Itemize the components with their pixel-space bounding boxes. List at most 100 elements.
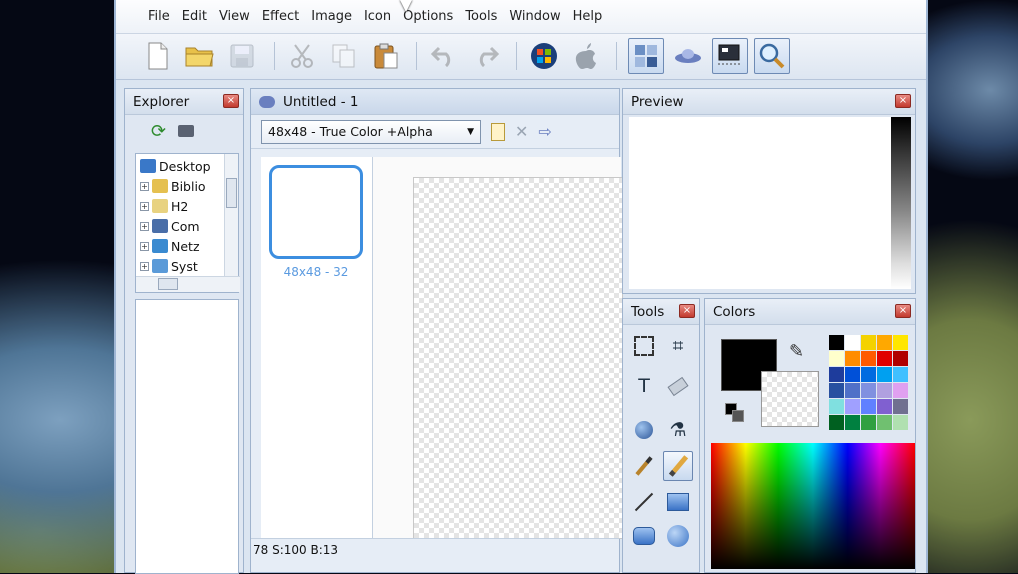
menu-icon[interactable]: Icon [358, 9, 397, 24]
palette-swatch[interactable] [845, 335, 860, 350]
copy-icon[interactable] [326, 38, 362, 74]
palette-swatch[interactable] [861, 335, 876, 350]
menu-view[interactable]: View [213, 9, 256, 24]
palette-swatch[interactable] [861, 399, 876, 414]
palette-swatch[interactable] [877, 367, 892, 382]
palette-swatch[interactable] [861, 351, 876, 366]
tree-vertical-scrollbar[interactable] [224, 154, 238, 276]
background-gradient-bar[interactable] [891, 117, 911, 289]
tree-horizontal-scrollbar[interactable] [136, 276, 240, 292]
export-icon[interactable]: ⇨ [538, 122, 551, 141]
selection-icon[interactable] [629, 331, 659, 361]
palette-swatch[interactable] [845, 383, 860, 398]
explorer-panel: Explorer × ⟳ Desktop + Biblio + H2 + Com + N… [124, 88, 244, 574]
document-window: Untitled - 1 48x48 - True Color +Alpha ▼… [250, 88, 623, 573]
eraser-icon[interactable] [663, 371, 693, 401]
close-icon[interactable]: × [223, 94, 239, 108]
apple-logo-icon[interactable] [568, 38, 604, 74]
preview-header: Preview × [623, 89, 915, 115]
redo-icon[interactable] [468, 38, 504, 74]
palette-swatch[interactable] [829, 383, 844, 398]
undo-icon[interactable] [426, 38, 462, 74]
screen-capture-icon[interactable] [712, 38, 748, 74]
app-window: File Edit View Effect Image Icon Options… [114, 0, 928, 574]
close-icon[interactable]: × [895, 94, 911, 108]
color-palette [829, 335, 911, 431]
palette-swatch[interactable] [829, 399, 844, 414]
menu-effect[interactable]: Effect [256, 9, 305, 24]
windows-logo-icon[interactable] [526, 38, 562, 74]
palette-swatch[interactable] [893, 367, 908, 382]
ufo-icon[interactable] [670, 38, 706, 74]
new-file-icon[interactable] [140, 38, 176, 74]
palette-swatch[interactable] [845, 367, 860, 382]
save-icon[interactable] [224, 38, 260, 74]
reset-colors-icon[interactable] [725, 403, 747, 423]
rounded-rectangle-icon[interactable] [629, 521, 659, 551]
palette-swatch[interactable] [845, 399, 860, 414]
explorer-toolbar: ⟳ [125, 115, 243, 147]
crop-icon[interactable]: ⌗ [663, 331, 693, 361]
hsb-readout: 78 S:100 B:13 [253, 543, 339, 557]
icon-grid-icon[interactable] [628, 38, 664, 74]
explorer-header: Explorer × [125, 89, 243, 115]
palette-swatch[interactable] [861, 415, 876, 430]
palette-swatch[interactable] [877, 415, 892, 430]
status-bar: 78 S:100 B:13 [251, 538, 619, 572]
palette-swatch[interactable] [861, 383, 876, 398]
menu-window[interactable]: Window [503, 9, 566, 24]
zoom-icon[interactable] [754, 38, 790, 74]
palette-swatch[interactable] [877, 399, 892, 414]
drawing-canvas[interactable] [413, 177, 623, 539]
fill-icon[interactable] [629, 415, 659, 445]
palette-swatch[interactable] [829, 415, 844, 430]
palette-swatch[interactable] [893, 335, 908, 350]
close-icon[interactable]: × [679, 304, 695, 318]
palette-swatch[interactable] [829, 367, 844, 382]
colors-title: Colors [713, 303, 756, 320]
menu-edit[interactable]: Edit [176, 9, 213, 24]
swap-colors-icon[interactable]: ✎ [789, 341, 804, 362]
line-icon[interactable] [629, 487, 659, 517]
ellipse-icon[interactable] [663, 521, 693, 551]
preview-area [629, 117, 891, 289]
pencil-icon[interactable] [663, 451, 693, 481]
open-folder-icon[interactable] [182, 38, 218, 74]
folder-tree: Desktop + Biblio + H2 + Com + Netz + Syst [135, 153, 240, 293]
palette-swatch[interactable] [893, 415, 908, 430]
palette-swatch[interactable] [877, 335, 892, 350]
palette-swatch[interactable] [893, 399, 908, 414]
palette-swatch[interactable] [877, 351, 892, 366]
menu-file[interactable]: File [142, 9, 176, 24]
cut-icon[interactable] [284, 38, 320, 74]
drive-icon[interactable] [178, 125, 195, 137]
file-list[interactable] [135, 299, 239, 574]
brush-icon[interactable] [629, 451, 659, 481]
menu-tools[interactable]: Tools [459, 9, 503, 24]
palette-swatch[interactable] [893, 351, 908, 366]
color-spectrum[interactable] [711, 443, 915, 569]
close-icon[interactable]: × [895, 304, 911, 318]
colors-panel: Colors × ✎ [704, 298, 916, 573]
text-icon[interactable]: T [629, 371, 659, 401]
format-select[interactable]: 48x48 - True Color +Alpha ▼ [261, 119, 481, 144]
new-format-icon[interactable] [491, 122, 505, 141]
colors-header: Colors × [705, 299, 915, 325]
secondary-color-swatch[interactable] [761, 371, 819, 427]
palette-swatch[interactable] [829, 335, 844, 350]
icon-thumbnail[interactable] [269, 165, 363, 259]
color-picker-icon[interactable]: ⚗ [663, 415, 693, 445]
palette-swatch[interactable] [877, 383, 892, 398]
palette-swatch[interactable] [861, 367, 876, 382]
palette-swatch[interactable] [845, 351, 860, 366]
palette-swatch[interactable] [893, 383, 908, 398]
menu-help[interactable]: Help [567, 9, 609, 24]
rectangle-icon[interactable] [663, 487, 693, 517]
refresh-icon[interactable]: ⟳ [151, 121, 166, 142]
palette-swatch[interactable] [829, 351, 844, 366]
menu-image[interactable]: Image [305, 9, 358, 24]
delete-format-icon[interactable]: ✕ [515, 122, 528, 141]
paste-icon[interactable] [368, 38, 404, 74]
palette-swatch[interactable] [845, 415, 860, 430]
explorer-title: Explorer [133, 93, 190, 110]
